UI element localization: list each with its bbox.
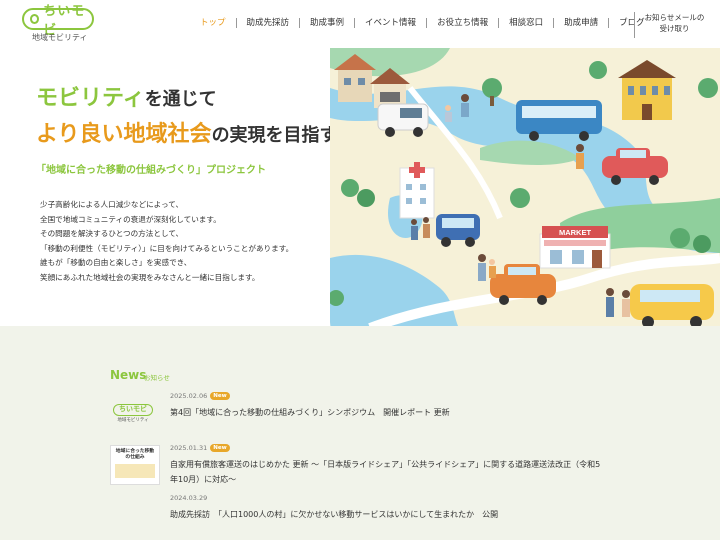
new-badge: New — [210, 444, 230, 452]
news-item[interactable]: 2024.03.29 助成先採訪 「人口1000人の村」に欠かせない移動サービス… — [110, 494, 710, 524]
site-logo[interactable]: ちいモビ 地域モビリティ — [22, 4, 98, 42]
news-text-line: 自家用有償旅客運送のはじめかた 更新 〜「日本版ライドシェア」「公共ライドシェア… — [170, 460, 601, 469]
logo-subtitle: 地域モビリティ — [32, 33, 88, 42]
main-nav: トップ 助成先採訪 助成事例 イベント情報 お役立ち情報 相談窓口 助成申請 ブ… — [196, 18, 655, 28]
thumb-logo-badge: ちいモビ — [113, 404, 153, 416]
nav-events[interactable]: イベント情報 — [354, 18, 426, 28]
hero-body-line: 笑顔にあふれた地域社会の実現をみなさんと一緒に目指します。 — [40, 272, 260, 282]
news-text[interactable]: 助成先採訪 「人口1000人の村」に欠かせない移動サービスはいかにして生まれたか… — [170, 507, 498, 522]
thumb-logo-sub: 地域モビリティ — [117, 418, 149, 423]
news-date: 2025.02.06 — [170, 392, 208, 400]
hero-town-illustration: MARKET — [330, 48, 720, 340]
news-date: 2024.03.29 — [170, 494, 208, 502]
news-section: News お知らせ ちいモビ 地域モビリティ 2025.02.06 New 第4… — [0, 326, 720, 540]
thumb-illustration — [115, 464, 155, 478]
hero-mobility-highlight: モビリティ — [36, 86, 145, 111]
nav-useful-info[interactable]: お役立ち情報 — [426, 18, 498, 28]
news-text[interactable]: 第4回「地域に合った移動の仕組みづくり」シンポジウム 開催レポート 更新 — [170, 405, 450, 420]
hero-subtitle: 「地域に合った移動の仕組みづくり」プロジェクト — [36, 165, 266, 176]
notice-email-link[interactable]: お知らせメールの 受け取り — [634, 12, 714, 38]
news-text-line: 年10月）に対応〜 — [170, 475, 237, 484]
notice-email-line1: お知らせメールの — [644, 13, 705, 22]
nav-top[interactable]: トップ — [196, 18, 236, 28]
market-sign: MARKET — [559, 228, 591, 237]
hero-body-line: 「移動の利便性（モビリティ）」に目を向けてみるということがあります。 — [40, 243, 294, 253]
hero-headline-line2: より良い地域社会の実現を目指す — [36, 116, 344, 148]
hero-body: 少子高齢化による人口減少などによって、 全国で地域コミュニティの衰退が深刻化して… — [40, 198, 293, 286]
news-title: News — [110, 368, 147, 382]
nav-grantee-interviews[interactable]: 助成先採訪 — [235, 18, 300, 28]
new-badge: New — [210, 392, 230, 400]
hero-headline-line1: モビリティを通じて — [36, 80, 217, 112]
hero-body-line: 少子高齢化による人口減少などによって、 — [40, 200, 184, 209]
news-text[interactable]: 自家用有償旅客運送のはじめかた 更新 〜「日本版ライドシェア」「公共ライドシェア… — [170, 457, 600, 487]
news-date: 2025.01.31 — [170, 444, 208, 452]
hero-line1-rest: を通じて — [144, 89, 217, 110]
nav-grant-application[interactable]: 助成申請 — [553, 18, 608, 28]
notice-email-line2: 受け取り — [659, 24, 690, 33]
smile-icon — [30, 14, 40, 24]
nav-grant-cases[interactable]: 助成事例 — [299, 18, 354, 28]
news-subtitle: お知らせ — [144, 374, 170, 382]
news-item[interactable]: 地域に合った移動の仕組み 2025.01.31 New 自家用有償旅客運送のはじ… — [110, 444, 710, 490]
town-illustration-svg: MARKET — [330, 48, 720, 340]
news-item[interactable]: ちいモビ 地域モビリティ 2025.02.06 New 第4回「地域に合った移動… — [110, 392, 710, 432]
news-thumb-logo: ちいモビ 地域モビリティ — [110, 404, 156, 426]
nav-consultation[interactable]: 相談窓口 — [498, 18, 553, 28]
hero-body-line: その問題を解決するひとつの方法として、 — [40, 229, 184, 239]
logo-badge: ちいモビ — [22, 4, 94, 38]
hero-body-line: 全国で地域コミュニティの衰退が深刻化しています。 — [40, 214, 221, 224]
site-header: ちいモビ 地域モビリティ トップ 助成先採訪 助成事例 イベント情報 お役立ち情… — [0, 0, 720, 48]
hero-line2-rest: の実現を目指す — [211, 125, 338, 146]
hero-body-line: 誰もが「移動の自由と楽しさ」を実感でき、 — [40, 258, 192, 268]
news-thumb-document: 地域に合った移動の仕組み — [110, 445, 160, 485]
thumb-document-title: 地域に合った移動の仕組み — [115, 449, 155, 460]
hero-society-highlight: より良い地域社会 — [36, 122, 212, 147]
